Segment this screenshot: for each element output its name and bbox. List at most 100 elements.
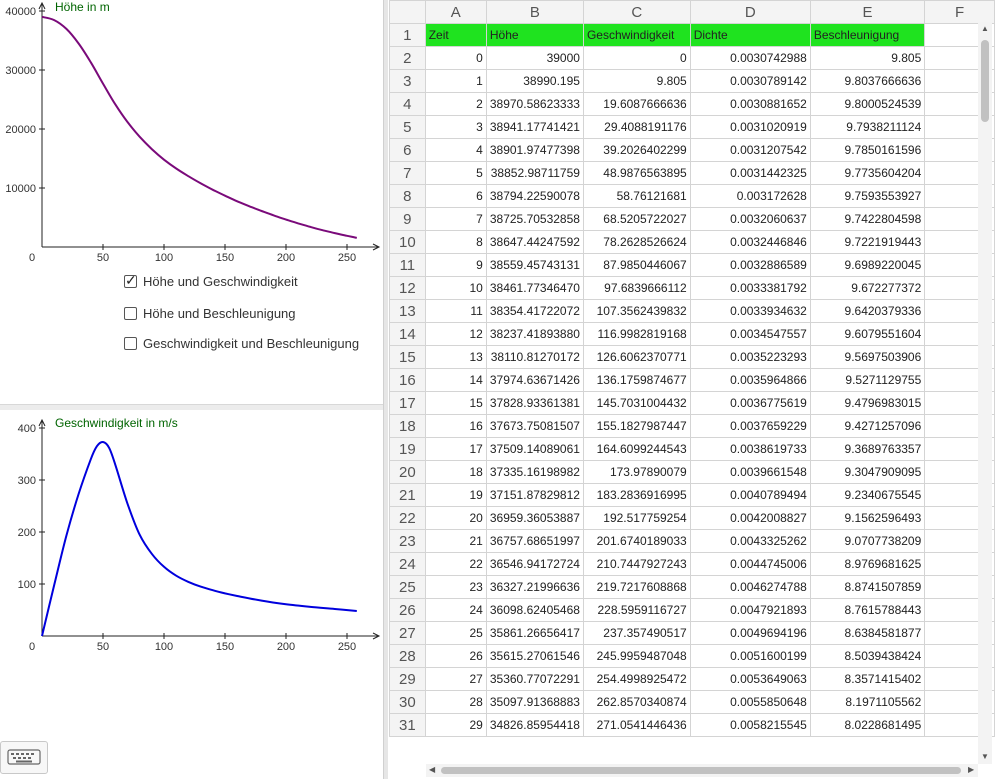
table-cell[interactable]: 9.0707738209 xyxy=(809,529,926,553)
table-cell[interactable]: 29.4088191176 xyxy=(582,115,691,139)
table-cell[interactable]: 9.7593553927 xyxy=(809,184,926,208)
table-cell[interactable]: 271.0541446436 xyxy=(582,713,691,737)
table-cell[interactable]: 0.0031442325 xyxy=(689,161,811,185)
table-cell[interactable]: 58.76121681 xyxy=(582,184,691,208)
row-header[interactable]: 18 xyxy=(389,414,426,438)
vertical-scrollbar[interactable] xyxy=(978,22,992,764)
row-header[interactable]: 16 xyxy=(389,368,426,392)
table-cell[interactable]: 26 xyxy=(424,644,487,668)
table-cell[interactable]: 155.1827987447 xyxy=(582,414,691,438)
checkbox-hoehe-geschwindigkeit[interactable]: ✓ Höhe und Geschwindigkeit xyxy=(124,272,298,289)
scroll-left-arrow-icon[interactable]: ◀ xyxy=(429,765,435,774)
row-header[interactable]: 26 xyxy=(389,598,426,622)
spreadsheet-table[interactable]: A B C D E F 1 Zeit Höhe Geschwindigkeit Dich… xyxy=(389,0,995,737)
vertical-scroll-thumb[interactable] xyxy=(981,40,989,122)
table-cell[interactable]: 0.0032886589 xyxy=(689,253,811,277)
table-cell[interactable]: 8.1971105562 xyxy=(809,690,926,714)
table-cell[interactable]: 28 xyxy=(424,690,487,714)
table-cell[interactable]: 9 xyxy=(424,253,487,277)
series-line[interactable] xyxy=(41,440,357,637)
table-cell[interactable]: 38794.22590078 xyxy=(485,184,584,208)
row-header[interactable]: 15 xyxy=(389,345,426,369)
table-cell[interactable]: 13 xyxy=(424,345,487,369)
table-cell[interactable]: 0.0035964866 xyxy=(689,368,811,392)
table-cell[interactable]: 9.5697503906 xyxy=(809,345,926,369)
table-cell[interactable]: 48.9876563895 xyxy=(582,161,691,185)
row-header[interactable]: 19 xyxy=(389,437,426,461)
column-header-f[interactable]: F xyxy=(924,0,995,24)
table-cell[interactable]: 9.3689763357 xyxy=(809,437,926,461)
table-cell[interactable]: 8.6384581877 xyxy=(809,621,926,645)
row-header[interactable]: 3 xyxy=(389,69,426,93)
row-header[interactable]: 13 xyxy=(389,299,426,323)
checkbox-box[interactable] xyxy=(124,307,137,320)
table-cell[interactable]: 0.0047921893 xyxy=(689,598,811,622)
row-header[interactable]: 6 xyxy=(389,138,426,162)
table-cell[interactable]: 9.7850161596 xyxy=(809,138,926,162)
table-cell[interactable]: 38941.17741421 xyxy=(485,115,584,139)
table-cell[interactable]: 210.7447927243 xyxy=(582,552,691,576)
table-cell[interactable]: 36959.36053887 xyxy=(485,506,584,530)
row-header[interactable]: 2 xyxy=(389,46,426,70)
row-header[interactable]: 12 xyxy=(389,276,426,300)
row-header[interactable]: 29 xyxy=(389,667,426,691)
series-line[interactable] xyxy=(41,15,358,239)
header-cell[interactable]: Zeit xyxy=(424,23,487,47)
table-cell[interactable]: 145.7031004432 xyxy=(582,391,691,415)
table-cell[interactable]: 78.2628526624 xyxy=(582,230,691,254)
table-cell[interactable]: 9.7735604204 xyxy=(809,161,926,185)
table-cell[interactable]: 9.1562596493 xyxy=(809,506,926,530)
table-cell[interactable]: 1 xyxy=(424,69,487,93)
table-cell[interactable]: 25 xyxy=(424,621,487,645)
table-cell[interactable]: 262.8570340874 xyxy=(582,690,691,714)
table-cell[interactable]: 9.8037666636 xyxy=(809,69,926,93)
table-cell[interactable]: 0.0042008827 xyxy=(689,506,811,530)
table-cell[interactable]: 22 xyxy=(424,552,487,576)
table-cell[interactable]: 38970.58623333 xyxy=(485,92,584,116)
table-cell[interactable]: 37509.14089061 xyxy=(485,437,584,461)
table-cell[interactable]: 7 xyxy=(424,207,487,231)
table-cell[interactable]: 0.0053649063 xyxy=(689,667,811,691)
table-cell[interactable]: 164.6099244543 xyxy=(582,437,691,461)
table-cell[interactable]: 35097.91368883 xyxy=(485,690,584,714)
row-header[interactable]: 23 xyxy=(389,529,426,553)
checkbox-box[interactable]: ✓ xyxy=(124,272,137,288)
table-cell[interactable]: 9.672277372 xyxy=(809,276,926,300)
header-cell[interactable]: Dichte xyxy=(689,23,811,47)
table-cell[interactable]: 8.7615788443 xyxy=(809,598,926,622)
table-cell[interactable]: 9.6989220045 xyxy=(809,253,926,277)
table-cell[interactable]: 8.9769681625 xyxy=(809,552,926,576)
table-cell[interactable]: 0.0035223293 xyxy=(689,345,811,369)
header-cell[interactable]: Höhe xyxy=(485,23,584,47)
table-cell[interactable]: 0.0058215545 xyxy=(689,713,811,737)
table-cell[interactable]: 38852.98711759 xyxy=(485,161,584,185)
table-cell[interactable]: 9.4271257096 xyxy=(809,414,926,438)
table-cell[interactable]: 107.3562439832 xyxy=(582,299,691,323)
checkbox-hoehe-beschleunigung[interactable]: Höhe und Beschleunigung xyxy=(124,306,296,321)
table-cell[interactable]: 9.7422804598 xyxy=(809,207,926,231)
table-cell[interactable]: 183.2836916995 xyxy=(582,483,691,507)
row-header[interactable]: 1 xyxy=(389,23,426,47)
table-cell[interactable]: 6 xyxy=(424,184,487,208)
table-cell[interactable]: 19 xyxy=(424,483,487,507)
horizontal-scroll-thumb[interactable] xyxy=(441,767,961,774)
table-cell[interactable]: 0.0036775619 xyxy=(689,391,811,415)
table-cell[interactable]: 0.0040789494 xyxy=(689,483,811,507)
table-cell[interactable]: 37335.16198982 xyxy=(485,460,584,484)
table-cell[interactable]: 37828.93361381 xyxy=(485,391,584,415)
column-header-d[interactable]: D xyxy=(689,0,811,24)
table-cell[interactable]: 38647.44247592 xyxy=(485,230,584,254)
table-cell[interactable]: 0.0030742988 xyxy=(689,46,811,70)
table-cell[interactable]: 36757.68651997 xyxy=(485,529,584,553)
spreadsheet-view[interactable]: A B C D E F 1 Zeit Höhe Geschwindigkeit Dich… xyxy=(389,0,995,779)
velocity-chart[interactable]: 0 50 100 150 200 250 100 200 300 400 Geschwindigke… xyxy=(0,410,383,779)
checkbox-box[interactable] xyxy=(124,337,137,350)
header-cell[interactable]: Geschwindigkeit xyxy=(582,23,691,47)
table-cell[interactable]: 9.805 xyxy=(582,69,691,93)
checkbox-geschwindigkeit-beschleunigung[interactable]: Geschwindigkeit und Beschleunigung xyxy=(124,336,359,351)
table-cell[interactable]: 35861.26656417 xyxy=(485,621,584,645)
table-cell[interactable]: 0.0049694196 xyxy=(689,621,811,645)
table-cell[interactable]: 11 xyxy=(424,299,487,323)
column-header-a[interactable]: A xyxy=(424,0,487,24)
table-cell[interactable]: 36546.94172724 xyxy=(485,552,584,576)
